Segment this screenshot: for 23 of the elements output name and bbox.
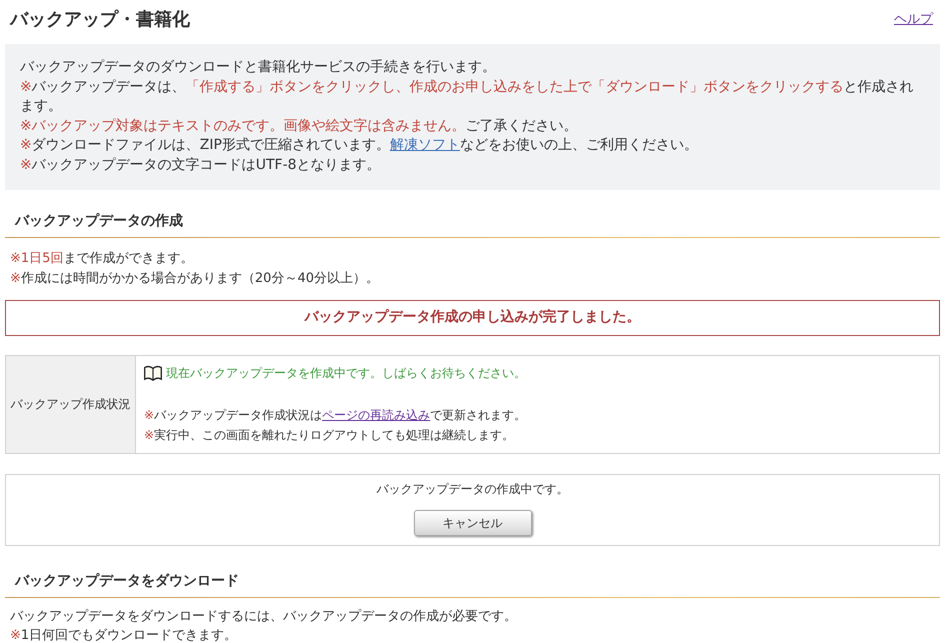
info-text: ※バックアップデータの文字コードはUTF-8となります。 (20, 156, 382, 174)
cancel-button[interactable]: キャンセル (414, 510, 532, 536)
note-text: ※実行中、この画面を離れたりログアウトしても処理は継続します。 (144, 426, 516, 444)
note-text: ※1日5回 まで作成ができます。 (10, 250, 194, 268)
progress-message: バックアップデータの作成中です。 (376, 480, 570, 498)
download-text: バックアップデータをダウンロードするには、バックアップデータの作成が必要です。 (10, 608, 518, 626)
text-link[interactable]: ページの再読み込み (322, 408, 430, 422)
help-link[interactable]: ヘルプ (894, 10, 933, 30)
download-text: ※1日何回でもダウンロードできます。 (10, 627, 238, 643)
note-text: ※バックアップデータ作成状況はページの再読み込みで更新されます。 (144, 406, 528, 424)
section-heading: バックアップデータの作成 (14, 212, 184, 231)
info-text: ※バックアップデータは、「作成する」ボタンをクリックし、作成のお申し込みをした上で「ダウンロード」ボタンをクリックする と作成されます。 (20, 78, 915, 116)
text-link[interactable]: 解凍ソフト (390, 137, 460, 153)
status-label-cell: バックアップ作成状況 (6, 355, 136, 453)
info-text: バックアップデータのダウンロードと書籍化サービスの手続きを行います。 (20, 58, 497, 77)
status-message: 現在バックアップデータを作成中です。しばらくお待ちください。 (166, 364, 526, 382)
info-text: ※ダウンロードファイルは、ZIP形式で圧縮されています。解凍ソフト などをお使いの上、ご利用ください。 (20, 136, 699, 155)
book-icon (144, 364, 162, 380)
info-text: ※バックアップ対象はテキストのみです。画像や絵文字は含みません。ご了承ください。 (20, 116, 579, 136)
section-heading: バックアップデータをダウンロード (14, 572, 240, 590)
completion-alert: バックアップデータ作成の申し込みが完了しました。 (5, 300, 940, 336)
note-text: ※作成には時間がかかる場合があります（20分～40分以上）。 (10, 270, 380, 288)
page-title: バックアップ・書籍化 (10, 8, 190, 32)
